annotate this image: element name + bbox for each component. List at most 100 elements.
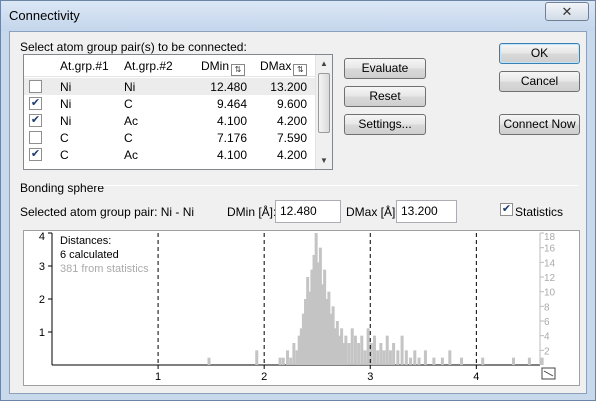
y-left-tick-label: 3 [39,261,45,273]
cell-group1: Ni [60,97,72,111]
column-header-dmin[interactable]: DMin ⇅ [201,59,246,76]
histogram-bar [289,357,293,365]
cell-dmin: 9.464 [216,97,247,111]
dmax-label: DMax [Å]: [346,205,399,219]
histogram-bar [417,357,421,365]
cell-group1: Ni [60,80,72,94]
scroll-up-icon[interactable]: ▲ [316,55,332,72]
row-checkbox[interactable]: ✔ [29,114,42,127]
y-right-tick-label: 4 [544,332,550,343]
table-row[interactable]: ✔ Ni Ac 4.100 4.200 [24,112,316,129]
row-checkbox[interactable] [29,80,42,93]
histogram-bar [379,343,383,365]
table-row[interactable]: Ni Ni 12.480 13.200 [24,78,316,95]
dmin-input[interactable]: 12.480 [275,200,341,223]
dmax-input[interactable]: 13.200 [396,200,457,223]
histogram-bar [286,350,290,365]
window-title: Connectivity [9,8,80,23]
histogram-bar [207,357,211,365]
atom-group-pairs-table: At.grp.#1 At.grp.#2 DMin ⇅ DMax ⇅ Ni Ni 12.4… [23,54,333,170]
histogram-bar [366,328,370,365]
cell-dmax: 4.200 [276,148,307,162]
cell-dmax: 9.600 [276,97,307,111]
table-row[interactable]: ✔ C Ac 4.100 4.200 [24,146,316,163]
scroll-thumb[interactable] [318,73,330,133]
legend-calculated: 6 calculated [60,249,119,261]
connectivity-dialog: Connectivity ✕ Select atom group pair(s)… [0,0,596,401]
histogram-bar [400,335,404,365]
title-bar[interactable]: Connectivity ✕ [1,1,595,31]
histogram-bar [376,350,380,365]
histogram-bar [382,350,386,365]
cell-dmin: 4.100 [216,148,247,162]
cell-group2: C [124,131,133,145]
cell-group2: Ac [124,148,139,162]
table-header: At.grp.#1 At.grp.#2 DMin ⇅ DMax ⇅ [24,55,316,77]
y-left-tick-label: 4 [39,231,45,243]
histogram-bar [385,335,389,365]
close-button[interactable]: ✕ [545,2,589,21]
y-right-tick-label: 14 [544,258,556,269]
y-left-tick-label: 1 [39,327,45,339]
selected-pair-label: Selected atom group pair: Ni - Ni [20,205,195,219]
table-row[interactable]: ✔ Ni C 9.464 9.600 [24,95,316,112]
column-header-group2[interactable]: At.grp.#2 [124,59,173,73]
sort-icon: ⇅ [231,64,246,76]
legend-title: Distances: [60,235,112,247]
histogram-bar [360,335,364,365]
histogram-bar [347,343,351,365]
x-tick-label: 4 [473,371,479,383]
histogram-bar [281,357,285,365]
y-right-tick-label: 16 [544,244,556,255]
cell-group2: C [124,97,133,111]
statistics-checkbox[interactable]: ✔ [500,203,513,216]
settings-button[interactable]: Settings... [344,114,426,135]
row-checkbox[interactable]: ✔ [29,97,42,110]
histogram-bar [292,343,296,365]
x-tick-label: 1 [155,371,161,383]
table-scrollbar[interactable]: ▲ ▼ [315,55,332,169]
cell-dmax: 4.200 [276,114,307,128]
histogram-bar [278,357,282,365]
cell-group2: Ac [124,114,139,128]
bonding-sphere-label: Bonding sphere [20,181,105,195]
row-checkbox[interactable]: ✔ [29,148,42,161]
cell-group1: C [60,131,69,145]
histogram-bar [540,357,544,365]
row-checkbox[interactable] [29,131,42,144]
histogram-bar [350,328,354,365]
x-tick-label: 2 [261,371,267,383]
histogram-bar [255,350,259,365]
selection-label: Select atom group pair(s) to be connecte… [20,40,247,54]
histogram-bar [409,357,413,365]
column-header-group1[interactable]: At.grp.#1 [60,59,109,73]
evaluate-button[interactable]: Evaluate [344,58,426,79]
histogram-bar [481,357,485,365]
dmin-label: DMin [Å]: [227,205,277,219]
y-right-tick-label: 18 [544,232,556,243]
cancel-button[interactable]: Cancel [499,71,580,92]
scroll-down-icon[interactable]: ▼ [316,152,332,169]
connect-now-button[interactable]: Connect Now [499,114,580,135]
reset-button[interactable]: Reset [344,86,426,107]
section-divider [94,185,578,186]
histogram-bar [363,350,367,365]
histogram-bar [344,335,348,365]
histogram-bar [423,350,427,365]
cell-dmax: 7.590 [276,131,307,145]
histogram-bar [353,335,357,365]
dialog-client-area: Select atom group pair(s) to be connecte… [9,31,587,394]
y-right-tick-label: 10 [544,288,556,299]
histogram-bar [527,357,531,365]
ok-button[interactable]: OK [499,43,580,64]
table-row[interactable]: C C 7.176 7.590 [24,129,316,146]
y-right-tick-label: 8 [544,302,550,313]
sort-icon: ⇅ [293,64,308,76]
cell-dmin: 12.480 [210,80,247,94]
column-header-dmax[interactable]: DMax ⇅ [260,59,308,76]
histogram-bar [440,357,444,365]
histogram-bar [392,343,396,365]
cell-dmin: 4.100 [216,114,247,128]
histogram-bar [448,350,452,365]
legend-statistics: 381 from statistics [60,263,149,275]
